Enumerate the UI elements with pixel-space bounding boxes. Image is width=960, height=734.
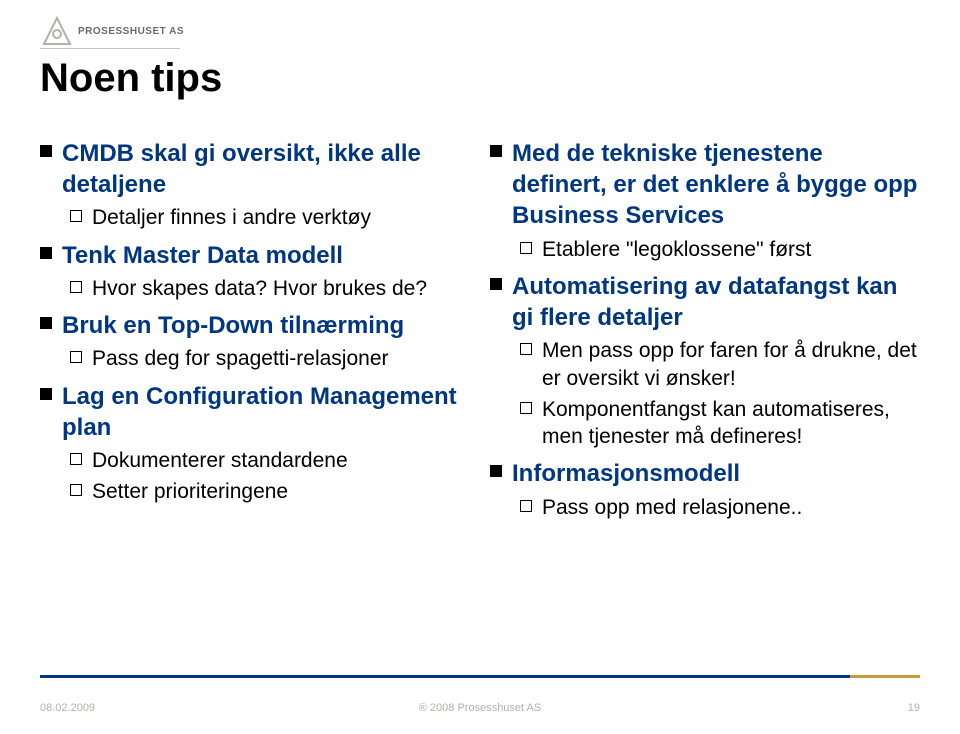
right-column: Med de tekniske tjenestene definert, er … (490, 130, 920, 525)
slide-body: CMDB skal gi oversikt, ikke alle detalje… (40, 130, 920, 525)
list-item-text: Pass opp med relasjonene.. (542, 494, 802, 521)
list-item-text: Pass deg for spagetti-relasjoner (92, 345, 389, 372)
bullet-hollow-icon (70, 351, 82, 363)
list-item-text: Men pass opp for faren for å drukne, det… (542, 337, 920, 392)
list-item-text: Dokumenterer standardene (92, 447, 348, 474)
list-item: Men pass opp for faren for å drukne, det… (520, 337, 920, 392)
list-item: Hvor skapes data? Hvor brukes de? (70, 275, 470, 302)
footer-date: 08.02.2009 (40, 702, 95, 714)
list-item: Med de tekniske tjenestene definert, er … (490, 138, 920, 232)
list-item: Automatisering av datafangst kan gi fler… (490, 271, 920, 333)
bullet-hollow-icon (70, 453, 82, 465)
list-item: Pass opp med relasjonene.. (520, 494, 920, 521)
logo: PROSESSHUSET AS (40, 14, 184, 48)
bullet-hollow-icon (520, 500, 532, 512)
logo-divider (40, 48, 180, 49)
list-item-text: Tenk Master Data modell (62, 240, 343, 271)
list-item-text: Hvor skapes data? Hvor brukes de? (92, 275, 427, 302)
list-item: CMDB skal gi oversikt, ikke alle detalje… (40, 138, 470, 200)
list-item: Informasjonsmodell (490, 458, 920, 489)
list-item-text: Bruk en Top-Down tilnærming (62, 310, 404, 341)
list-item: Bruk en Top-Down tilnærming (40, 310, 470, 341)
list-item-text: Setter prioriteringene (92, 478, 288, 505)
list-item-text: Etablere "legoklossene" først (542, 236, 811, 263)
list-item: Detaljer finnes i andre verktøy (70, 204, 470, 231)
footer-accent (850, 675, 920, 678)
list-item: Pass deg for spagetti-relasjoner (70, 345, 470, 372)
footer-divider (40, 675, 920, 678)
list-item-text: Detaljer finnes i andre verktøy (92, 204, 371, 231)
logo-text: PROSESSHUSET AS (78, 26, 184, 37)
bullet-hollow-icon (70, 484, 82, 496)
bullet-hollow-icon (520, 242, 532, 254)
list-item: Etablere "legoklossene" først (520, 236, 920, 263)
list-item-text: Informasjonsmodell (512, 458, 740, 489)
list-item: Dokumenterer standardene (70, 447, 470, 474)
footer-page-number: 19 (908, 702, 920, 714)
bullet-hollow-icon (70, 210, 82, 222)
list-item-text: Automatisering av datafangst kan gi fler… (512, 271, 920, 333)
list-item-text: Med de tekniske tjenestene definert, er … (512, 138, 920, 232)
list-item: Setter prioriteringene (70, 478, 470, 505)
bullet-filled-icon (40, 247, 52, 259)
list-item-text: Komponentfangst kan automatiseres, men t… (542, 396, 920, 451)
list-item: Komponentfangst kan automatiseres, men t… (520, 396, 920, 451)
left-column: CMDB skal gi oversikt, ikke alle detalje… (40, 130, 470, 525)
logo-mark-icon (40, 14, 74, 48)
bullet-filled-icon (490, 465, 502, 477)
bullet-filled-icon (40, 317, 52, 329)
list-item: Tenk Master Data modell (40, 240, 470, 271)
bullet-filled-icon (40, 145, 52, 157)
footer-copyright: ® 2008 Prosesshuset AS (419, 702, 541, 714)
slide-title: Noen tips (40, 56, 222, 101)
bullet-hollow-icon (520, 402, 532, 414)
list-item-text: CMDB skal gi oversikt, ikke alle detalje… (62, 138, 470, 200)
bullet-filled-icon (40, 388, 52, 400)
bullet-filled-icon (490, 145, 502, 157)
list-item-text: Lag en Configuration Management plan (62, 381, 470, 443)
bullet-hollow-icon (70, 281, 82, 293)
bullet-hollow-icon (520, 343, 532, 355)
bullet-filled-icon (490, 278, 502, 290)
list-item: Lag en Configuration Management plan (40, 381, 470, 443)
